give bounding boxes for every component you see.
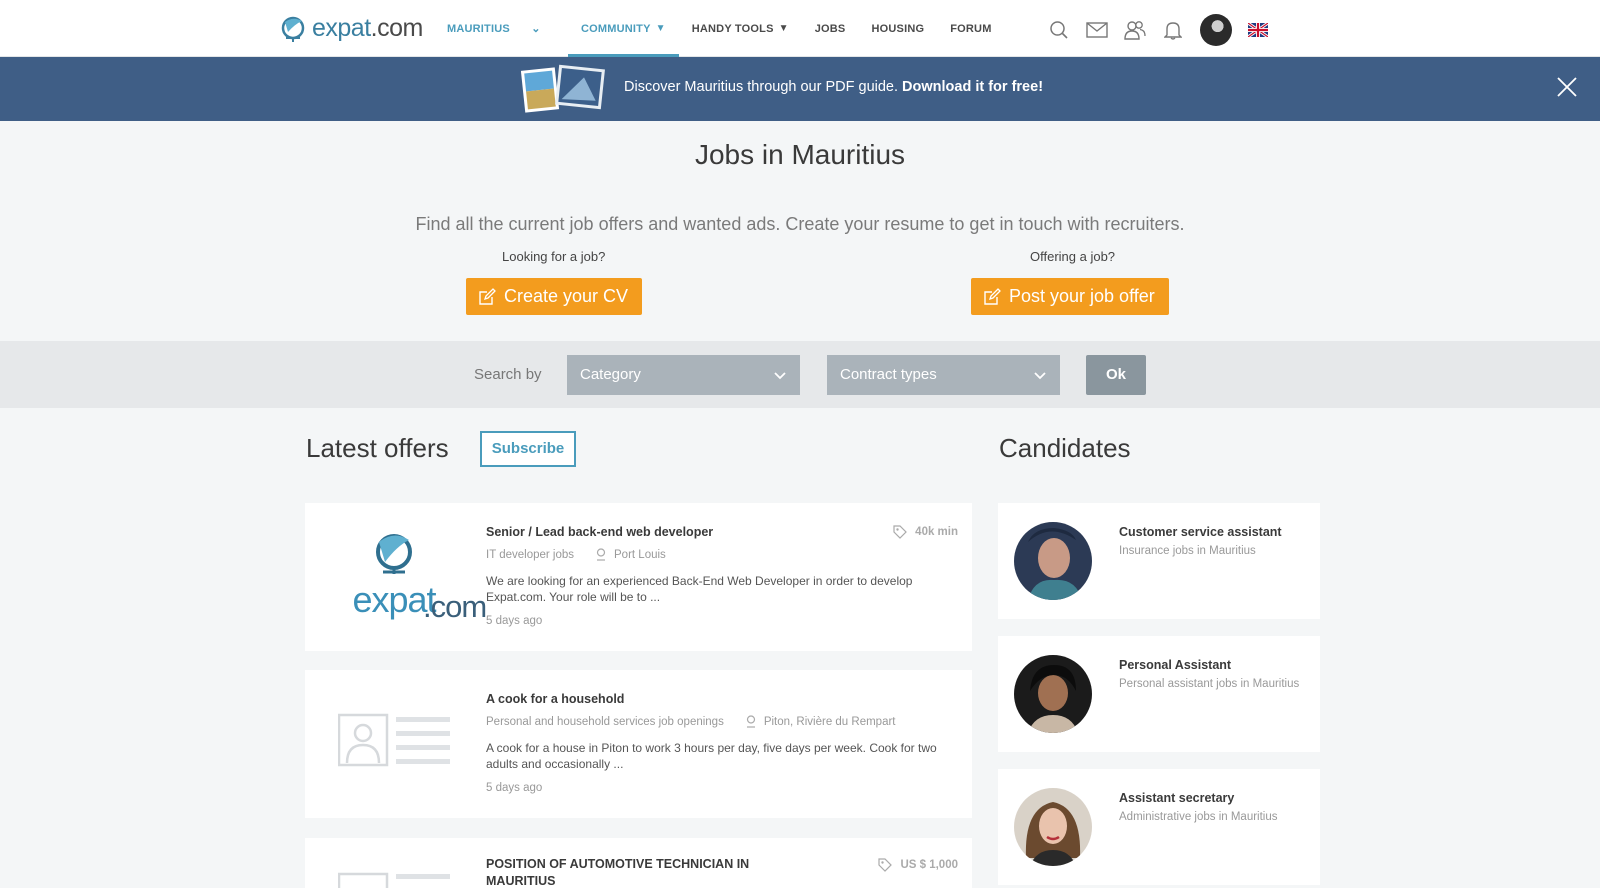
- country-selector[interactable]: MAURITIUS ⌄: [447, 22, 541, 35]
- mail-icon[interactable]: [1086, 19, 1108, 41]
- globe-logo-icon: [281, 16, 305, 42]
- chevron-down-icon: ▼: [655, 23, 666, 34]
- search-ok-button[interactable]: Ok: [1086, 355, 1146, 395]
- logo-text: expat.com: [312, 13, 423, 42]
- post-job-offer-button[interactable]: Post your job offer: [971, 278, 1169, 315]
- candidate-card[interactable]: Assistant secretary Administrative jobs …: [998, 769, 1320, 885]
- nav-housing[interactable]: HOUSING: [858, 0, 937, 57]
- job-location: Port Louis: [596, 548, 666, 561]
- search-icon[interactable]: [1048, 19, 1070, 41]
- candidate-card[interactable]: Customer service assistant Insurance job…: [998, 503, 1320, 619]
- category-select-value: Category: [580, 366, 641, 383]
- job-offer-card[interactable]: A cook for a household Personal and hous…: [305, 670, 972, 818]
- candidate-avatar: [1014, 788, 1092, 866]
- top-navbar: expat.com MAURITIUS ⌄ COMMUNITY ▼ HANDY …: [0, 0, 1600, 57]
- job-posted-date: 5 days ago: [486, 782, 543, 794]
- country-label: MAURITIUS: [447, 23, 510, 35]
- user-avatar[interactable]: [1200, 14, 1232, 46]
- create-cv-button[interactable]: Create your CV: [466, 278, 643, 315]
- main-nav: COMMUNITY ▼ HANDY TOOLS ▼ JOBS HOUSING F…: [568, 0, 1005, 57]
- subscribe-button[interactable]: Subscribe: [480, 431, 576, 467]
- page-subtitle: Find all the current job offers and want…: [415, 214, 1185, 234]
- job-category: IT developer jobs: [486, 548, 575, 561]
- job-offer-card[interactable]: expat .com Senior / Lead back-end web de…: [305, 503, 972, 651]
- contract-select-value: Contract types: [840, 366, 937, 383]
- job-meta: IT developer jobs Port Louis: [486, 548, 666, 561]
- job-posted-date: 5 days ago: [486, 615, 543, 627]
- location-pin-icon: [746, 715, 755, 728]
- price-tag-icon: [893, 525, 908, 539]
- header-icons: [1048, 14, 1268, 46]
- candidate-card[interactable]: Personal Assistant Personal assistant jo…: [998, 636, 1320, 752]
- nav-forum[interactable]: FORUM: [937, 0, 1004, 57]
- job-title[interactable]: Senior / Lead back-end web developer: [486, 525, 713, 539]
- close-icon[interactable]: [1556, 76, 1578, 98]
- salary-info: US $ 1,000: [878, 858, 958, 872]
- looking-for-job-label: Looking for a job?: [502, 249, 606, 264]
- location-pin-icon: [596, 548, 606, 561]
- candidate-title[interactable]: Assistant secretary: [1119, 791, 1234, 805]
- nav-label: COMMUNITY: [581, 22, 651, 35]
- candidate-category: Personal assistant jobs in Mauritius: [1119, 678, 1300, 690]
- contract-types-select[interactable]: Contract types: [827, 355, 1060, 395]
- edit-icon: [983, 287, 1001, 306]
- chevron-down-icon: [1034, 372, 1046, 380]
- search-by-label: Search by: [474, 366, 542, 383]
- candidate-category: Administrative jobs in Mauritius: [1119, 811, 1278, 823]
- category-select[interactable]: Category: [567, 355, 800, 395]
- nav-label: HANDY TOOLS: [691, 22, 774, 35]
- post-job-offer-label: Post your job offer: [1009, 286, 1155, 306]
- job-category: Personal and household services job open…: [486, 715, 724, 728]
- offering-job-label: Offering a job?: [1030, 249, 1116, 264]
- nav-handy-tools[interactable]: HANDY TOOLS ▼: [679, 0, 802, 57]
- candidate-category: Insurance jobs in Mauritius: [1119, 545, 1256, 557]
- nav-community[interactable]: COMMUNITY ▼: [568, 0, 679, 57]
- candidate-avatar: [1014, 522, 1092, 600]
- salary-info: 40k min: [893, 525, 958, 539]
- job-title[interactable]: POSITION OF AUTOMOTIVE TECHNICIAN IN MAU…: [486, 856, 766, 888]
- banner-text: Discover Mauritius through our PDF guide…: [624, 79, 899, 95]
- salary-value: 40k min: [915, 526, 958, 538]
- latest-offers-title: Latest offers: [306, 433, 449, 463]
- friends-icon[interactable]: [1124, 19, 1146, 41]
- nav-label: HOUSING: [871, 22, 925, 35]
- candidate-title[interactable]: Personal Assistant: [1119, 658, 1231, 672]
- nav-label: FORUM: [950, 22, 992, 35]
- uk-flag-icon[interactable]: [1248, 23, 1268, 37]
- job-description: A cook for a house in Piton to work 3 ho…: [486, 741, 937, 771]
- expat-logo[interactable]: expat.com: [280, 12, 423, 44]
- candidate-title[interactable]: Customer service assistant: [1119, 525, 1282, 539]
- job-offer-card[interactable]: POSITION OF AUTOMOTIVE TECHNICIAN IN MAU…: [305, 838, 972, 888]
- job-location: Piton, Rivière du Rempart: [746, 715, 896, 728]
- expat-company-logo: expat .com: [319, 519, 487, 629]
- chevron-down-icon: ▼: [778, 23, 789, 34]
- job-search-bar: Search by Category Contract types Ok: [0, 341, 1600, 408]
- placeholder-logo-icon: [319, 686, 469, 796]
- candidate-avatar: [1014, 655, 1092, 733]
- download-guide-link[interactable]: Download it for free!: [902, 79, 1043, 95]
- job-title[interactable]: A cook for a household: [486, 692, 624, 706]
- create-cv-label: Create your CV: [504, 286, 629, 306]
- salary-value: US $ 1,000: [900, 859, 958, 871]
- banner-message[interactable]: Discover Mauritius through our PDF guide…: [624, 79, 1043, 95]
- candidates-title: Candidates: [999, 433, 1131, 463]
- placeholder-logo-icon: [319, 872, 469, 888]
- pdf-guide-banner: Discover Mauritius through our PDF guide…: [0, 57, 1600, 121]
- chevron-down-icon: ⌄: [531, 23, 541, 35]
- job-description: We are looking for an experienced Back-E…: [486, 574, 913, 604]
- chevron-down-icon: [774, 372, 786, 380]
- nav-jobs[interactable]: JOBS: [802, 0, 859, 57]
- edit-icon: [478, 287, 496, 306]
- logo-dotcom: .com: [423, 589, 487, 624]
- bell-icon[interactable]: [1162, 19, 1184, 41]
- location-text: Piton, Rivière du Rempart: [763, 715, 896, 728]
- job-meta: Personal and household services job open…: [486, 715, 896, 728]
- guide-brochure-image: [521, 64, 605, 113]
- location-text: Port Louis: [614, 548, 666, 561]
- page-title: Jobs in Mauritius: [694, 139, 906, 170]
- price-tag-icon: [878, 858, 893, 872]
- nav-label: JOBS: [814, 22, 846, 35]
